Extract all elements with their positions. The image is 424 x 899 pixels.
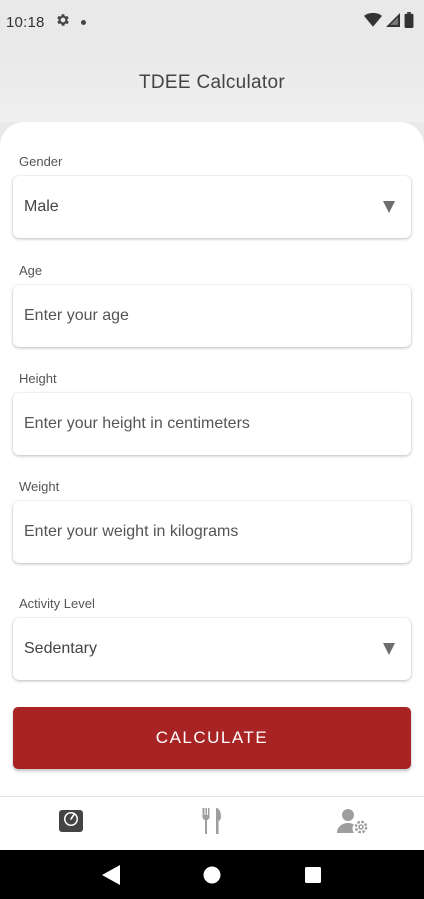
gender-label: Gender — [19, 154, 63, 169]
activity-level-value: Sedentary — [24, 640, 97, 657]
scale-icon — [57, 808, 85, 839]
system-home-button[interactable] — [192, 855, 232, 895]
weight-placeholder: Enter your weight in kilograms — [24, 523, 239, 540]
status-bar: 10:18 — [0, 0, 424, 44]
back-triangle-icon — [101, 864, 120, 885]
activity-level-dropdown[interactable]: Sedentary — [13, 618, 411, 680]
signal-icon — [386, 12, 400, 32]
gender-value: Male — [24, 198, 59, 215]
age-placeholder: Enter your age — [24, 307, 129, 324]
fork-knife-icon — [200, 807, 224, 840]
activity-level-label: Activity Level — [19, 596, 95, 611]
system-back-button[interactable] — [91, 855, 131, 895]
age-label: Age — [19, 263, 43, 278]
age-input[interactable]: Enter your age — [13, 285, 411, 347]
app-header: TDEE Calculator — [0, 44, 424, 122]
weight-input[interactable]: Enter your weight in kilograms — [13, 501, 411, 563]
recents-square-icon — [305, 866, 322, 883]
home-circle-icon — [203, 866, 221, 883]
dropdown-arrow-icon — [383, 643, 395, 655]
wifi-icon — [364, 12, 382, 33]
battery-icon — [404, 11, 414, 33]
system-navigation-bar — [0, 850, 424, 899]
page-title: TDEE Calculator — [139, 72, 285, 93]
weight-label: Weight — [19, 479, 60, 494]
calculate-button[interactable]: CALCULATE — [13, 707, 411, 769]
status-right-icons — [364, 11, 414, 33]
status-left-icons — [55, 12, 86, 33]
height-input[interactable]: Enter your height in centimeters — [13, 393, 411, 455]
gender-dropdown[interactable]: Male — [13, 176, 411, 238]
nav-item-meals[interactable] — [141, 797, 282, 850]
height-placeholder: Enter your height in centimeters — [24, 415, 250, 432]
system-recents-button[interactable] — [293, 855, 333, 895]
height-label: Height — [19, 371, 57, 386]
status-time: 10:18 — [6, 13, 45, 31]
nav-item-profile-settings[interactable] — [283, 797, 424, 850]
user-settings-icon — [337, 808, 369, 839]
nav-item-calculator[interactable] — [0, 797, 141, 850]
dropdown-arrow-icon — [383, 201, 395, 213]
gear-icon — [55, 12, 71, 33]
bottom-navigation — [0, 796, 424, 850]
form-card: Gender Male Age Enter your age Height En… — [0, 122, 424, 796]
notification-dot-icon — [80, 19, 86, 25]
